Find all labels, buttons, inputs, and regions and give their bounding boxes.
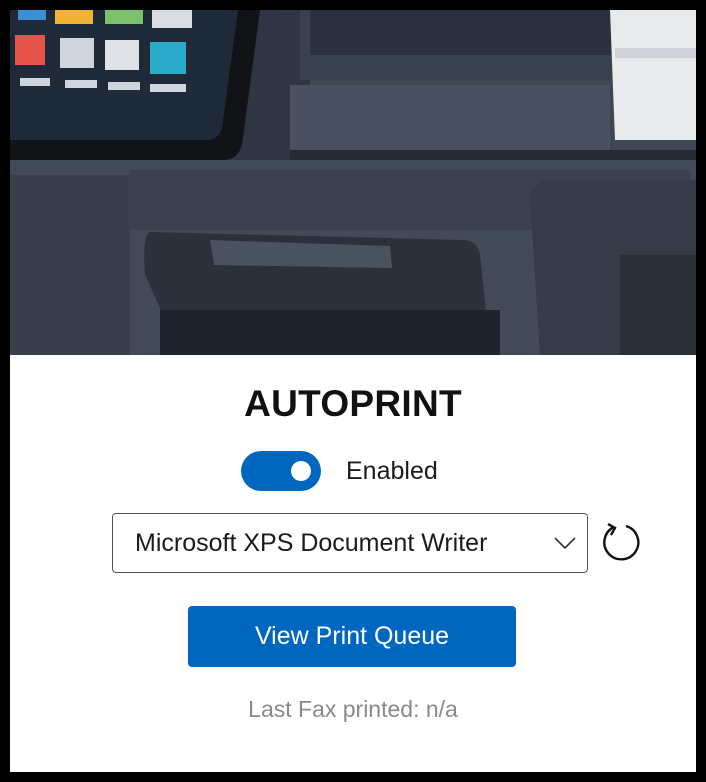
toggle-label: Enabled: [346, 456, 438, 485]
printer-select[interactable]: Microsoft XPS Document Writer: [112, 513, 588, 573]
autoprint-toggle[interactable]: [241, 451, 321, 491]
toggle-knob: [291, 461, 311, 481]
last-fax-status: Last Fax printed: n/a: [248, 696, 458, 722]
printer-photo: [10, 10, 696, 355]
refresh-icon: [600, 521, 642, 568]
view-print-queue-button[interactable]: View Print Queue: [188, 606, 516, 667]
app-title: AUTOPRINT: [244, 383, 462, 424]
printer-select-value: Microsoft XPS Document Writer: [135, 528, 488, 557]
chevron-down-icon: [543, 536, 587, 550]
autoprint-window: AUTOPRINT Enabled Microsoft XPS Document…: [10, 10, 696, 772]
refresh-button[interactable]: [599, 522, 643, 566]
autoprint-toggle-row: Enabled: [241, 450, 438, 492]
